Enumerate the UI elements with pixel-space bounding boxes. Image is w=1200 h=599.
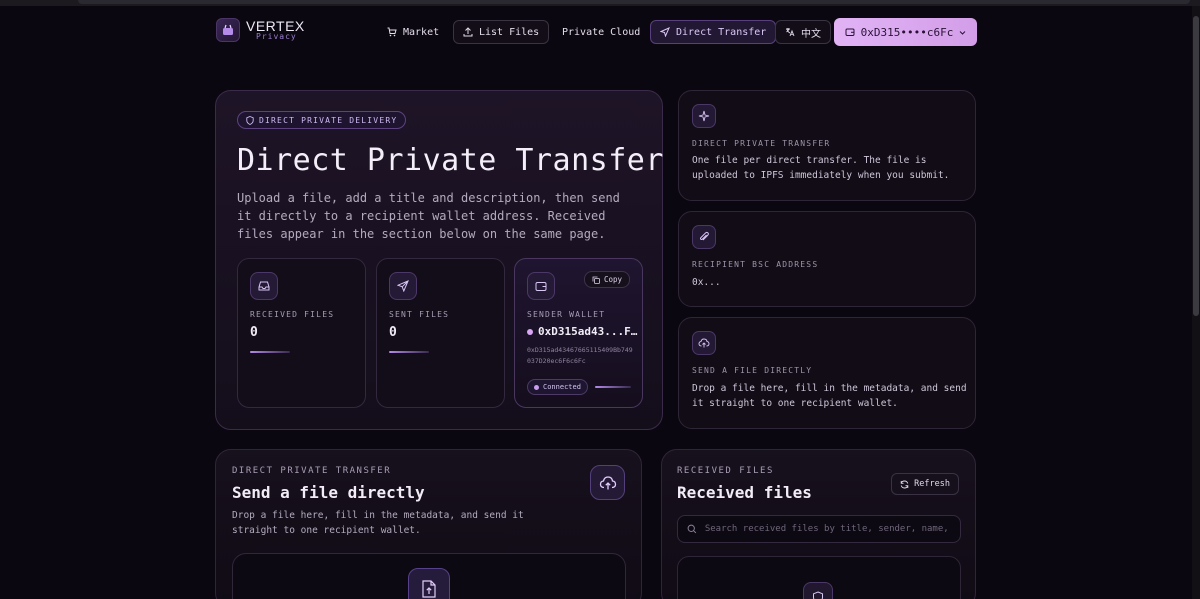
stat-accent-bar [250,351,290,353]
send-panel-eyebrow: DIRECT PRIVATE TRANSFER [232,466,392,476]
language-toggle[interactable]: 中文 [775,20,831,44]
logo-subtitle: Privacy [256,32,297,41]
sender-wallet-card: Copy SENDER WALLET 0xD315ad43...F… 0xD31… [514,258,643,408]
received-files-stat: RECEIVED FILES 0 [237,258,366,408]
side-card-recipient: RECIPIENT BSC ADDRESS 0x... [678,211,976,307]
sent-files-label: SENT FILES [389,310,450,319]
logo-cart-icon [216,18,240,42]
nav-direct-transfer[interactable]: Direct Transfer [650,20,777,44]
cloud-upload-icon [692,331,716,355]
received-files-list [677,556,961,599]
hero-card: DIRECT PRIVATE DELIVERY Direct Private T… [215,90,663,430]
browser-top-strip [0,0,1200,6]
send-icon [660,27,670,37]
received-search-input[interactable] [704,524,951,534]
nav-private-cloud-label: Private Cloud [562,26,641,38]
recipient-address-value: 0x... [692,277,721,288]
wallet-icon [845,28,855,36]
side-card-text: One file per direct transfer. The file i… [692,155,950,181]
page-scrollbar[interactable] [1192,6,1200,599]
sent-files-stat: SENT FILES 0 [376,258,505,408]
wallet-button[interactable]: 0xD315••••c6Fc [834,18,977,46]
send-icon [389,272,417,300]
sender-wallet-label: SENDER WALLET [527,310,606,319]
nav-market[interactable]: Market [378,20,448,44]
wallet-icon [527,272,555,300]
file-upload-icon [408,568,450,599]
side-card-text: Drop a file here, fill in the metadata, … [692,383,967,409]
translate-icon [786,28,795,37]
connected-badge: Connected [527,379,588,395]
received-files-count: 0 [250,325,258,340]
delivery-badge: DIRECT PRIVATE DELIVERY [237,111,407,129]
stat-accent-bar [595,386,631,388]
sender-address-full: 0xD315ad43467665115409Bb749037D20ec6F6c6… [527,346,633,365]
nav-market-label: Market [403,26,440,38]
received-files-panel: RECEIVED FILES Received files Refresh [661,449,976,599]
chevron-down-icon [960,30,966,35]
sender-address-short-text: 0xD315ad43...F… [538,325,638,338]
nav-list-files[interactable]: List Files [453,20,550,44]
page-title: Direct Private Transfer [237,143,664,178]
stat-accent-bar [389,351,429,353]
paperclip-icon [692,225,716,249]
copy-icon [592,276,600,284]
cart-icon [387,27,397,37]
side-card-label: RECIPIENT BSC ADDRESS [692,260,819,269]
nav-direct-transfer-label: Direct Transfer [676,26,767,38]
sent-files-count: 0 [389,325,397,340]
side-card-transfer-info: DIRECT PRIVATE TRANSFER One file per dir… [678,90,976,201]
send-panel-description: Drop a file here, fill in the metadata, … [232,510,524,536]
shield-icon [803,582,833,599]
file-dropzone[interactable] [232,553,626,599]
status-dot [527,328,533,335]
nav-list-files-label: List Files [479,26,540,38]
language-label: 中文 [801,28,821,40]
logo[interactable]: VERTEX Privacy [216,18,305,42]
inbox-icon [250,272,278,300]
badge-label: DIRECT PRIVATE DELIVERY [259,115,398,125]
refresh-icon [900,480,909,488]
nav-private-cloud[interactable]: Private Cloud [553,20,649,44]
sender-address-short: 0xD315ad43...F… [527,325,637,338]
side-card-label: DIRECT PRIVATE TRANSFER [692,139,831,148]
side-card-send-directly: SEND A FILE DIRECTLY Drop a file here, f… [678,317,976,429]
upload-cloud-button[interactable] [590,465,625,500]
side-card-label: SEND A FILE DIRECTLY [692,366,813,375]
copy-label: Copy [603,275,622,284]
upload-icon [463,27,473,37]
connected-dot [534,384,539,390]
refresh-button[interactable]: Refresh [891,473,959,495]
received-files-label: RECEIVED FILES [250,310,335,319]
shield-icon [246,115,254,125]
logo-title: VERTEX [246,18,305,34]
cloud-upload-icon [599,475,616,489]
browser-tab-hint [78,0,1190,4]
scrollbar-thumb[interactable] [1193,16,1199,316]
received-panel-title: Received files [677,483,812,502]
send-panel-title: Send a file directly [232,483,425,502]
wallet-address: 0xD315••••c6Fc [860,25,954,39]
sparkle-icon [692,104,716,128]
send-file-panel: DIRECT PRIVATE TRANSFER Send a file dire… [215,449,642,599]
received-panel-eyebrow: RECEIVED FILES [677,466,774,476]
copy-address-button[interactable]: Copy [583,271,630,288]
top-nav: VERTEX Privacy Market List Files Private… [216,18,978,46]
search-icon [687,524,697,534]
refresh-label: Refresh [914,479,950,489]
connected-label: Connected [543,383,581,391]
hero-description: Upload a file, add a title and descripti… [237,191,620,241]
received-search[interactable] [677,515,961,543]
